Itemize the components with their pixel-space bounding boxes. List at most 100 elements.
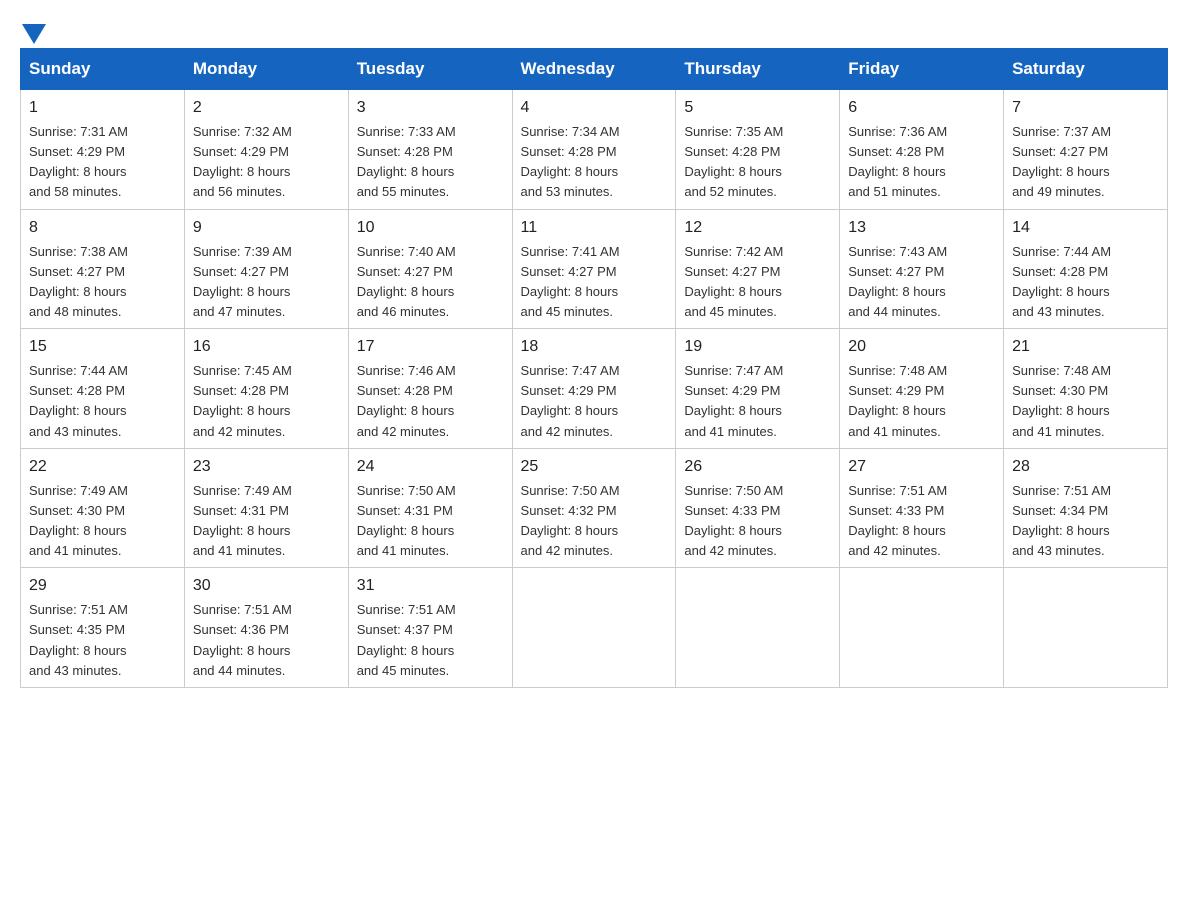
cell-sun-data: Sunrise: 7:31 AMSunset: 4:29 PMDaylight:… <box>29 122 176 203</box>
day-number: 23 <box>193 455 340 479</box>
calendar-cell: 15Sunrise: 7:44 AMSunset: 4:28 PMDayligh… <box>21 329 185 449</box>
calendar-cell <box>840 568 1004 688</box>
calendar-cell: 27Sunrise: 7:51 AMSunset: 4:33 PMDayligh… <box>840 448 1004 568</box>
calendar-cell: 10Sunrise: 7:40 AMSunset: 4:27 PMDayligh… <box>348 209 512 329</box>
day-number: 15 <box>29 335 176 359</box>
day-number: 18 <box>521 335 668 359</box>
calendar-cell <box>512 568 676 688</box>
logo-arrow-icon <box>22 24 46 44</box>
cell-sun-data: Sunrise: 7:43 AMSunset: 4:27 PMDaylight:… <box>848 242 995 323</box>
calendar-cell: 28Sunrise: 7:51 AMSunset: 4:34 PMDayligh… <box>1004 448 1168 568</box>
logo <box>20 20 46 38</box>
calendar-cell: 31Sunrise: 7:51 AMSunset: 4:37 PMDayligh… <box>348 568 512 688</box>
calendar-week-row: 15Sunrise: 7:44 AMSunset: 4:28 PMDayligh… <box>21 329 1168 449</box>
calendar-cell: 14Sunrise: 7:44 AMSunset: 4:28 PMDayligh… <box>1004 209 1168 329</box>
cell-sun-data: Sunrise: 7:50 AMSunset: 4:33 PMDaylight:… <box>684 481 831 562</box>
calendar-week-row: 1Sunrise: 7:31 AMSunset: 4:29 PMDaylight… <box>21 90 1168 210</box>
cell-sun-data: Sunrise: 7:48 AMSunset: 4:30 PMDaylight:… <box>1012 361 1159 442</box>
day-number: 17 <box>357 335 504 359</box>
calendar-cell <box>1004 568 1168 688</box>
calendar-cell: 18Sunrise: 7:47 AMSunset: 4:29 PMDayligh… <box>512 329 676 449</box>
cell-sun-data: Sunrise: 7:38 AMSunset: 4:27 PMDaylight:… <box>29 242 176 323</box>
cell-sun-data: Sunrise: 7:50 AMSunset: 4:32 PMDaylight:… <box>521 481 668 562</box>
calendar-cell <box>676 568 840 688</box>
calendar-cell: 17Sunrise: 7:46 AMSunset: 4:28 PMDayligh… <box>348 329 512 449</box>
day-number: 26 <box>684 455 831 479</box>
day-number: 12 <box>684 216 831 240</box>
day-number: 2 <box>193 96 340 120</box>
day-number: 16 <box>193 335 340 359</box>
calendar-cell: 9Sunrise: 7:39 AMSunset: 4:27 PMDaylight… <box>184 209 348 329</box>
calendar-cell: 13Sunrise: 7:43 AMSunset: 4:27 PMDayligh… <box>840 209 1004 329</box>
calendar-cell: 12Sunrise: 7:42 AMSunset: 4:27 PMDayligh… <box>676 209 840 329</box>
day-number: 28 <box>1012 455 1159 479</box>
col-saturday: Saturday <box>1004 49 1168 90</box>
cell-sun-data: Sunrise: 7:44 AMSunset: 4:28 PMDaylight:… <box>29 361 176 442</box>
cell-sun-data: Sunrise: 7:42 AMSunset: 4:27 PMDaylight:… <box>684 242 831 323</box>
cell-sun-data: Sunrise: 7:50 AMSunset: 4:31 PMDaylight:… <box>357 481 504 562</box>
day-number: 7 <box>1012 96 1159 120</box>
cell-sun-data: Sunrise: 7:49 AMSunset: 4:31 PMDaylight:… <box>193 481 340 562</box>
cell-sun-data: Sunrise: 7:32 AMSunset: 4:29 PMDaylight:… <box>193 122 340 203</box>
calendar-cell: 1Sunrise: 7:31 AMSunset: 4:29 PMDaylight… <box>21 90 185 210</box>
calendar-table: Sunday Monday Tuesday Wednesday Thursday… <box>20 48 1168 688</box>
cell-sun-data: Sunrise: 7:35 AMSunset: 4:28 PMDaylight:… <box>684 122 831 203</box>
day-number: 13 <box>848 216 995 240</box>
calendar-cell: 25Sunrise: 7:50 AMSunset: 4:32 PMDayligh… <box>512 448 676 568</box>
calendar-week-row: 29Sunrise: 7:51 AMSunset: 4:35 PMDayligh… <box>21 568 1168 688</box>
col-thursday: Thursday <box>676 49 840 90</box>
cell-sun-data: Sunrise: 7:51 AMSunset: 4:37 PMDaylight:… <box>357 600 504 681</box>
cell-sun-data: Sunrise: 7:33 AMSunset: 4:28 PMDaylight:… <box>357 122 504 203</box>
cell-sun-data: Sunrise: 7:41 AMSunset: 4:27 PMDaylight:… <box>521 242 668 323</box>
col-sunday: Sunday <box>21 49 185 90</box>
cell-sun-data: Sunrise: 7:47 AMSunset: 4:29 PMDaylight:… <box>684 361 831 442</box>
day-number: 22 <box>29 455 176 479</box>
cell-sun-data: Sunrise: 7:47 AMSunset: 4:29 PMDaylight:… <box>521 361 668 442</box>
calendar-cell: 16Sunrise: 7:45 AMSunset: 4:28 PMDayligh… <box>184 329 348 449</box>
calendar-cell: 4Sunrise: 7:34 AMSunset: 4:28 PMDaylight… <box>512 90 676 210</box>
day-number: 20 <box>848 335 995 359</box>
day-number: 6 <box>848 96 995 120</box>
day-number: 31 <box>357 574 504 598</box>
cell-sun-data: Sunrise: 7:45 AMSunset: 4:28 PMDaylight:… <box>193 361 340 442</box>
page-header <box>20 20 1168 38</box>
day-number: 14 <box>1012 216 1159 240</box>
calendar-cell: 11Sunrise: 7:41 AMSunset: 4:27 PMDayligh… <box>512 209 676 329</box>
calendar-cell: 19Sunrise: 7:47 AMSunset: 4:29 PMDayligh… <box>676 329 840 449</box>
calendar-cell: 30Sunrise: 7:51 AMSunset: 4:36 PMDayligh… <box>184 568 348 688</box>
calendar-cell: 22Sunrise: 7:49 AMSunset: 4:30 PMDayligh… <box>21 448 185 568</box>
calendar-cell: 8Sunrise: 7:38 AMSunset: 4:27 PMDaylight… <box>21 209 185 329</box>
calendar-cell: 3Sunrise: 7:33 AMSunset: 4:28 PMDaylight… <box>348 90 512 210</box>
day-number: 10 <box>357 216 504 240</box>
day-number: 27 <box>848 455 995 479</box>
day-number: 9 <box>193 216 340 240</box>
calendar-week-row: 22Sunrise: 7:49 AMSunset: 4:30 PMDayligh… <box>21 448 1168 568</box>
day-number: 30 <box>193 574 340 598</box>
calendar-cell: 6Sunrise: 7:36 AMSunset: 4:28 PMDaylight… <box>840 90 1004 210</box>
calendar-cell: 21Sunrise: 7:48 AMSunset: 4:30 PMDayligh… <box>1004 329 1168 449</box>
calendar-cell: 7Sunrise: 7:37 AMSunset: 4:27 PMDaylight… <box>1004 90 1168 210</box>
day-number: 25 <box>521 455 668 479</box>
cell-sun-data: Sunrise: 7:37 AMSunset: 4:27 PMDaylight:… <box>1012 122 1159 203</box>
calendar-header-row: Sunday Monday Tuesday Wednesday Thursday… <box>21 49 1168 90</box>
day-number: 8 <box>29 216 176 240</box>
cell-sun-data: Sunrise: 7:34 AMSunset: 4:28 PMDaylight:… <box>521 122 668 203</box>
day-number: 21 <box>1012 335 1159 359</box>
calendar-cell: 29Sunrise: 7:51 AMSunset: 4:35 PMDayligh… <box>21 568 185 688</box>
col-friday: Friday <box>840 49 1004 90</box>
cell-sun-data: Sunrise: 7:40 AMSunset: 4:27 PMDaylight:… <box>357 242 504 323</box>
cell-sun-data: Sunrise: 7:48 AMSunset: 4:29 PMDaylight:… <box>848 361 995 442</box>
cell-sun-data: Sunrise: 7:36 AMSunset: 4:28 PMDaylight:… <box>848 122 995 203</box>
col-monday: Monday <box>184 49 348 90</box>
day-number: 29 <box>29 574 176 598</box>
calendar-cell: 20Sunrise: 7:48 AMSunset: 4:29 PMDayligh… <box>840 329 1004 449</box>
calendar-week-row: 8Sunrise: 7:38 AMSunset: 4:27 PMDaylight… <box>21 209 1168 329</box>
calendar-cell: 24Sunrise: 7:50 AMSunset: 4:31 PMDayligh… <box>348 448 512 568</box>
cell-sun-data: Sunrise: 7:39 AMSunset: 4:27 PMDaylight:… <box>193 242 340 323</box>
day-number: 3 <box>357 96 504 120</box>
cell-sun-data: Sunrise: 7:51 AMSunset: 4:36 PMDaylight:… <box>193 600 340 681</box>
cell-sun-data: Sunrise: 7:49 AMSunset: 4:30 PMDaylight:… <box>29 481 176 562</box>
col-tuesday: Tuesday <box>348 49 512 90</box>
calendar-cell: 5Sunrise: 7:35 AMSunset: 4:28 PMDaylight… <box>676 90 840 210</box>
day-number: 24 <box>357 455 504 479</box>
